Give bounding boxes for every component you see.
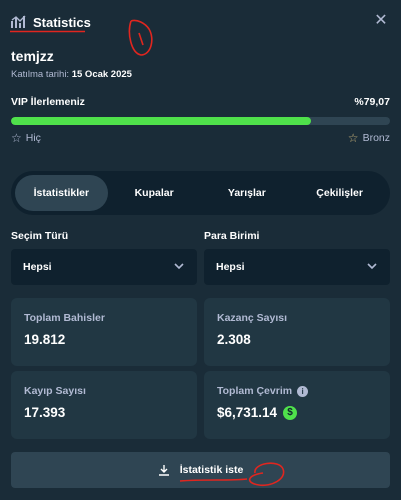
- next-rank: ☆ Bronz: [348, 131, 390, 145]
- selection-type-label: Seçim Türü: [11, 230, 69, 242]
- chevron-down-icon: [174, 263, 184, 270]
- vip-progress-bar: [11, 117, 390, 125]
- selection-type-value: Hepsi: [23, 261, 52, 273]
- annotation-circle: [128, 19, 153, 56]
- tab-statistics[interactable]: İstatistikler: [15, 175, 108, 211]
- stat-value: 17.393: [24, 405, 66, 420]
- stat-value: 2.308: [217, 332, 251, 347]
- chevron-down-icon: [367, 263, 377, 270]
- bar-chart-icon: [11, 15, 26, 28]
- modal-header: Statistics: [0, 0, 401, 44]
- stat-value-row: $6,731.14 $: [217, 405, 377, 420]
- vip-progress-fill: [11, 117, 311, 125]
- selection-type-select[interactable]: Hepsi: [11, 249, 197, 285]
- modal-title: Statistics: [33, 14, 91, 30]
- currency-label: Para Birimi: [204, 230, 260, 242]
- stat-label: Toplam Çevrim: [217, 385, 293, 397]
- current-rank: ☆ Hiç: [11, 131, 41, 145]
- stat-value: 19.812: [24, 332, 66, 347]
- tab-races[interactable]: Yarışlar: [201, 175, 294, 211]
- annotation-underline: [10, 30, 85, 33]
- annotation-scribble: [179, 462, 285, 487]
- joined-value: 15 Ocak 2025: [71, 69, 132, 80]
- vip-progress-label: VIP İlerlemeniz: [11, 96, 85, 108]
- joined-date: Katılma tarihi: 15 Ocak 2025: [11, 69, 132, 80]
- download-icon: [158, 465, 169, 476]
- username: temjzz: [11, 48, 54, 64]
- star-outline-icon: ☆: [11, 131, 22, 145]
- currency-select[interactable]: Hepsi: [204, 249, 390, 285]
- vip-progress-percent: %79,07: [354, 96, 390, 108]
- stat-card-losses: Kayıp Sayısı 17.393: [11, 371, 197, 439]
- current-rank-label: Hiç: [25, 132, 41, 144]
- dollar-coin-icon: $: [283, 405, 298, 420]
- close-icon[interactable]: ✕: [373, 13, 389, 29]
- star-outline-icon: ☆: [347, 131, 359, 145]
- joined-label: Katılma tarihi:: [11, 69, 70, 80]
- stat-label: Toplam Bahisler: [24, 312, 105, 324]
- tab-trophies[interactable]: Kupalar: [108, 175, 201, 211]
- stat-label-row: Toplam Çevrim i: [217, 385, 377, 397]
- stat-label: Kayıp Sayısı: [24, 385, 86, 397]
- stat-card-wagered: Toplam Çevrim i $6,731.14 $: [204, 371, 390, 439]
- stat-value: $6,731.14: [217, 405, 278, 420]
- currency-value: Hepsi: [216, 261, 245, 273]
- stat-card-wins: Kazanç Sayısı 2.308: [204, 298, 390, 366]
- stat-label: Kazanç Sayısı: [217, 312, 288, 324]
- info-icon[interactable]: i: [297, 385, 309, 397]
- tab-raffles[interactable]: Çekilişler: [293, 175, 386, 211]
- stats-tabs: İstatistikler Kupalar Yarışlar Çekilişle…: [11, 171, 390, 215]
- next-rank-label: Bronz: [362, 132, 390, 144]
- stat-card-total-bets: Toplam Bahisler 19.812: [11, 298, 197, 366]
